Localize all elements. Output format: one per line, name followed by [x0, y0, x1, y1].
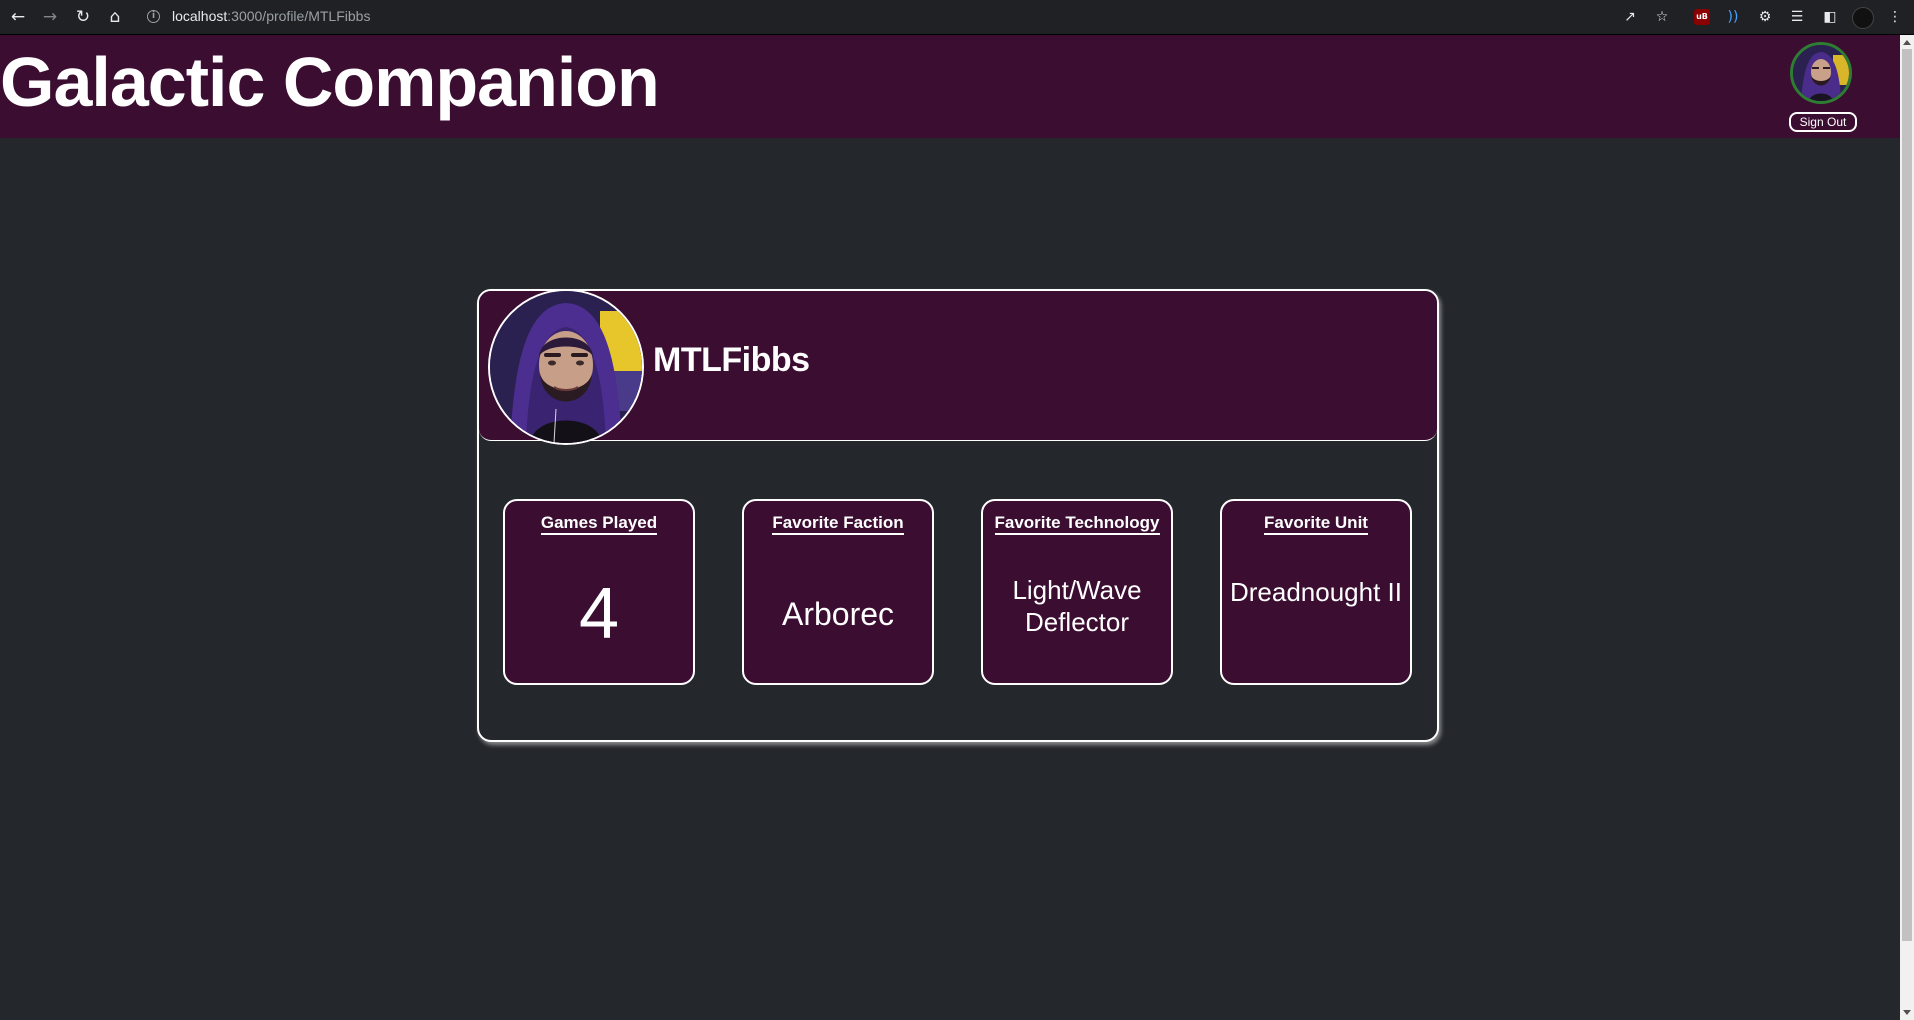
stat-value: 4 [578, 574, 620, 654]
stat-card-favorite-unit: Favorite Unit Dreadnought II [1220, 499, 1412, 685]
stat-label-text: Favorite Technology [994, 513, 1160, 535]
url-path: :3000/profile/MTLFibbs [227, 8, 371, 24]
browser-menu-icon[interactable]: ⋮ [1886, 8, 1904, 26]
back-arrow-icon[interactable]: ← [8, 7, 28, 27]
home-icon[interactable]: ⌂ [105, 7, 125, 27]
stat-card-favorite-faction: Favorite Faction Arborec [742, 499, 934, 685]
stat-value: Light/Wave Deflector [1012, 574, 1142, 638]
side-panel-icon[interactable]: ◧ [1821, 8, 1839, 26]
stat-label: Favorite Faction [744, 513, 932, 535]
ublock-extension-icon[interactable]: uB [1694, 9, 1710, 25]
browser-toolbar: ← → ↻ ⌂ i localhost:3000/profile/MTLFibb… [0, 0, 1914, 35]
stat-card-favorite-technology: Favorite Technology Light/Wave Deflector [981, 499, 1173, 685]
stat-label: Favorite Unit [1222, 513, 1410, 535]
profile-header: MTLFibbs [479, 289, 1437, 445]
bookmark-star-icon[interactable]: ☆ [1653, 8, 1671, 26]
app-title[interactable]: Galactic Companion [0, 47, 660, 117]
scrollbar-thumb[interactable] [1902, 49, 1912, 941]
extensions-puzzle-icon[interactable]: ⚙ [1756, 8, 1774, 26]
share-icon[interactable]: ↗ [1621, 8, 1639, 26]
stat-label: Games Played [505, 513, 693, 535]
stat-value: Arborec [781, 596, 895, 632]
profile-avatar [488, 289, 644, 445]
browser-profile-avatar[interactable] [1852, 7, 1874, 29]
scroll-up-arrow-icon[interactable] [1903, 40, 1911, 45]
media-queue-icon[interactable]: ☰ [1788, 8, 1806, 26]
profile-card: MTLFibbs Games Played 4 Favorite Faction… [477, 289, 1439, 742]
site-info-icon[interactable]: i [147, 10, 160, 23]
profile-avatar-image [490, 291, 642, 443]
user-avatar[interactable] [1790, 42, 1852, 104]
stat-label: Favorite Technology [983, 513, 1171, 535]
page-scrollbar[interactable] [1900, 35, 1914, 1020]
stat-label-text: Favorite Faction [772, 513, 904, 535]
profile-username: MTLFibbs [653, 341, 810, 379]
url-host: localhost [172, 8, 228, 24]
forward-arrow-icon[interactable]: → [40, 7, 60, 27]
stat-label-text: Games Played [540, 513, 658, 535]
stat-label-text: Favorite Unit [1264, 513, 1368, 535]
stat-value: Dreadnought II [1229, 576, 1402, 607]
address-bar[interactable]: localhost:3000/profile/MTLFibbs [172, 8, 370, 24]
app-header: Galactic Companion Sign Out [0, 35, 1900, 138]
user-avatar-image [1793, 45, 1849, 101]
stat-card-games-played: Games Played 4 [503, 499, 695, 685]
reload-icon[interactable]: ↻ [73, 7, 93, 27]
scroll-down-arrow-icon[interactable] [1903, 1010, 1911, 1015]
sign-out-button[interactable]: Sign Out [1789, 112, 1857, 132]
sound-extension-icon[interactable]: )) [1724, 8, 1742, 26]
